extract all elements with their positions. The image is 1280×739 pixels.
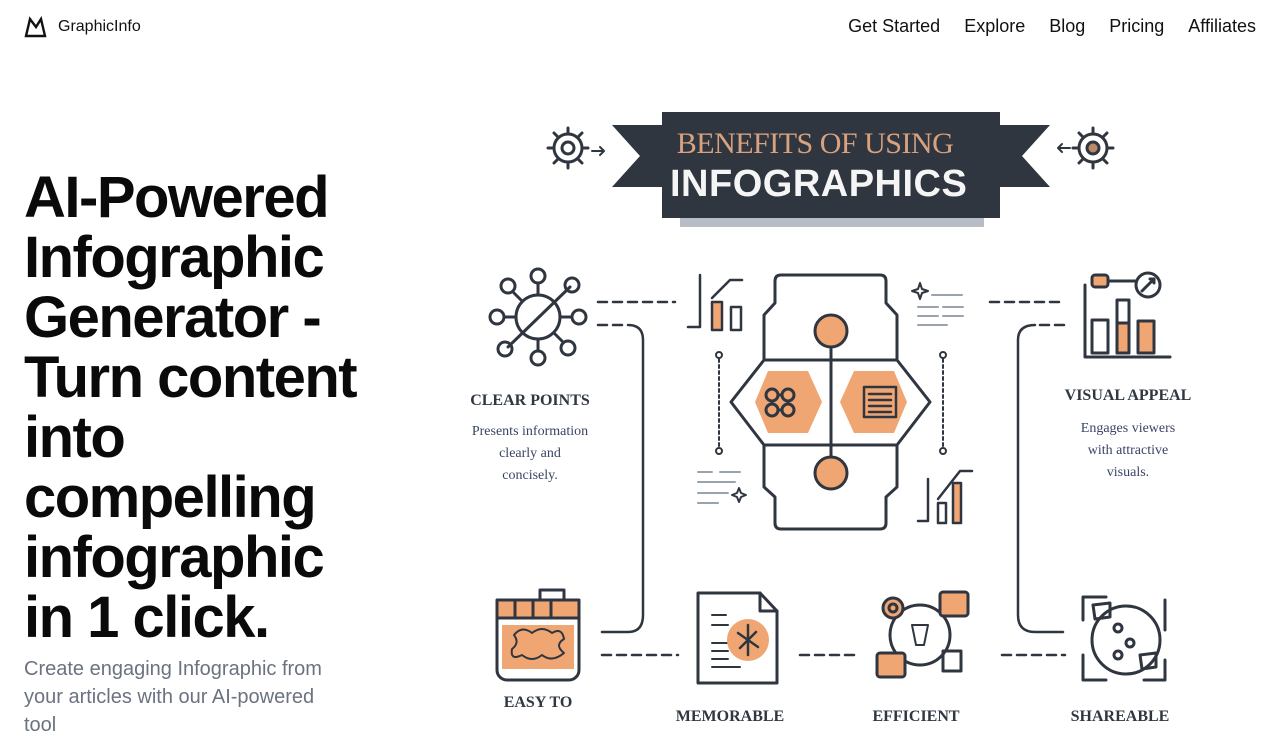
document-icon	[696, 591, 779, 685]
central-hub-graphic	[729, 273, 932, 531]
benefit-title-visual-appeal: VISUAL APPEAL	[1064, 387, 1192, 404]
top-navigation: GraphicInfo Get Started Explore Blog Pri…	[0, 0, 1280, 56]
benefit-desc-clear-points: Presents information clearly and concise…	[455, 421, 605, 487]
network-icon	[488, 267, 588, 367]
gear-icon-right	[1057, 126, 1115, 170]
desc-line: concisely.	[502, 468, 558, 483]
brand-logo-link[interactable]: GraphicInfo	[24, 16, 141, 38]
banner-subtitle: BENEFITS OF USING	[676, 127, 954, 160]
hero-title: AI-Powered Infographic Generator - Turn …	[24, 165, 358, 650]
nav-links: Get Started Explore Blog Pricing Affilia…	[848, 16, 1256, 37]
benefit-title-efficient: EFFICIENT	[872, 708, 960, 725]
benefit-title-clear-points: CLEAR POINTS	[470, 392, 590, 409]
sparkle-icon	[911, 282, 929, 300]
benefit-desc-visual-appeal: Engages viewers with attractive visuals.	[1053, 418, 1203, 484]
nav-pricing[interactable]: Pricing	[1109, 16, 1164, 37]
desc-line: visuals.	[1106, 465, 1150, 480]
mini-chart-icon-bottom	[916, 469, 974, 525]
nav-affiliates[interactable]: Affiliates	[1188, 16, 1256, 37]
banner-ribbon-left	[612, 125, 662, 187]
infographic-image: BENEFITS OF USING INFOGRAPHICS CLEAR POI…	[450, 95, 1230, 735]
share-network-icon	[1081, 595, 1167, 682]
desc-line: Engages viewers	[1080, 421, 1176, 436]
nav-explore[interactable]: Explore	[964, 16, 1025, 37]
desc-line: Presents information	[471, 424, 589, 439]
banner-ribbon-right	[1000, 125, 1050, 187]
teamwork-icon	[875, 590, 970, 679]
nav-get-started[interactable]: Get Started	[848, 16, 940, 37]
mountain-logo-icon	[24, 16, 47, 38]
mini-chart-icon-top	[686, 273, 744, 332]
benefit-title-easy: EASY TO	[503, 694, 573, 711]
benefit-title-memorable: MEMORABLE	[675, 708, 785, 725]
nav-blog[interactable]: Blog	[1049, 16, 1085, 37]
jar-icon	[495, 588, 581, 682]
desc-line: with attractive	[1087, 443, 1169, 458]
sparkle-icon	[731, 487, 747, 503]
desc-line: clearly and	[499, 446, 561, 461]
brand-name: GraphicInfo	[58, 18, 141, 35]
hero-subtitle: Create engaging Infographic from your ar…	[24, 658, 322, 736]
bar-chart-icon	[1083, 271, 1172, 359]
benefit-title-shareable: SHAREABLE	[1070, 708, 1170, 725]
banner-title: INFOGRAPHICS	[670, 163, 968, 205]
gear-icon-left	[546, 126, 605, 170]
